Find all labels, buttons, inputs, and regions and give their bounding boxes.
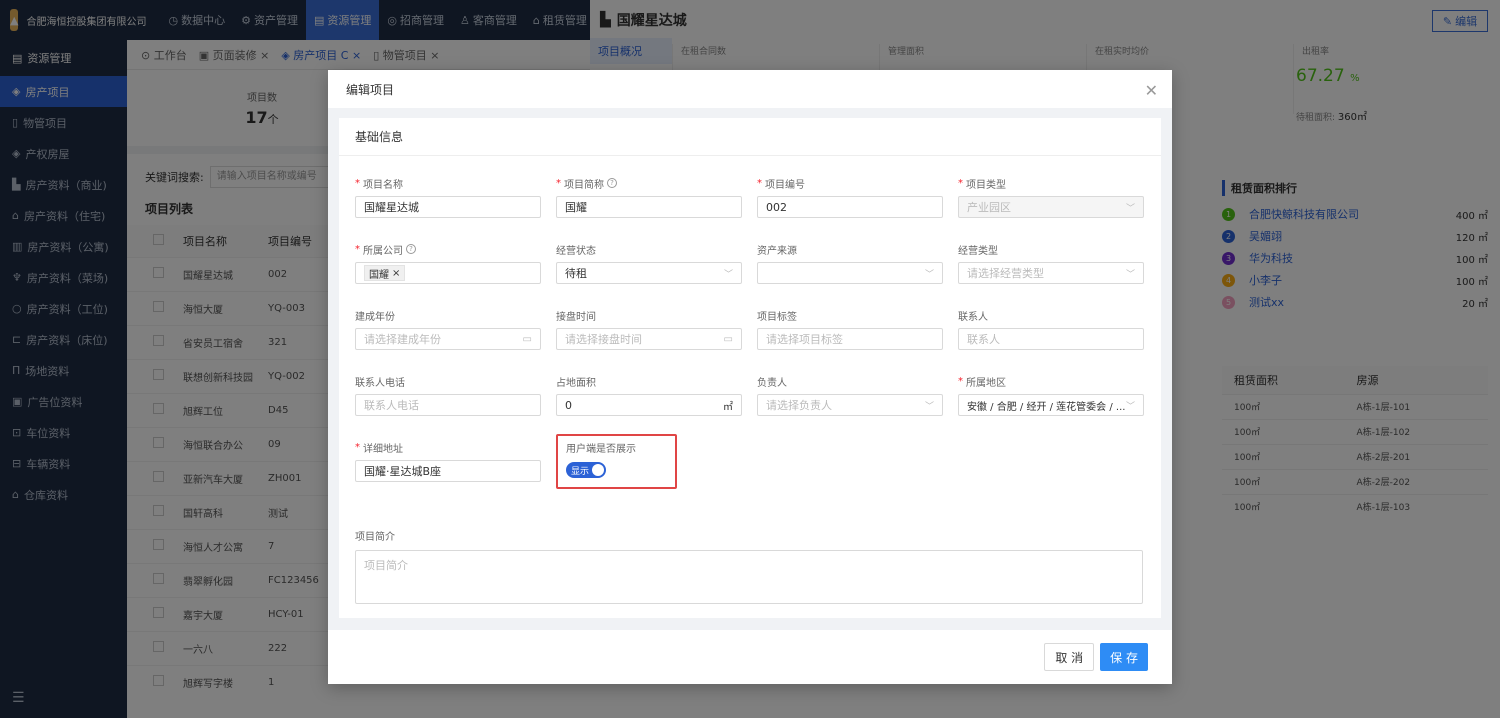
project-intro-textarea[interactable]: 项目简介 (355, 550, 1143, 604)
chevron-down-icon: ﹀ (924, 269, 934, 280)
chevron-down-icon: ﹀ (1125, 203, 1135, 214)
project-name-input[interactable]: 国耀星达城 (355, 196, 541, 218)
toggle-knob (592, 464, 604, 476)
company-select[interactable]: 国耀 × (355, 262, 541, 284)
field-takeover-time: 接盘时间 请选择接盘时间 ▭ (556, 308, 742, 350)
save-button[interactable]: 保 存 (1100, 643, 1148, 671)
dialog-title: 编辑项目 (346, 82, 395, 97)
land-area-input[interactable]: 0 ㎡ (556, 394, 742, 416)
help-icon[interactable]: ? (406, 244, 416, 254)
chevron-down-icon: ﹀ (924, 401, 934, 412)
field-contact-phone: 联系人电话 联系人电话 (355, 374, 541, 416)
section-title: 基础信息 (339, 118, 1161, 156)
show-on-client-toggle[interactable]: 显示 (566, 462, 606, 478)
takeover-time-picker[interactable]: 请选择接盘时间 ▭ (556, 328, 742, 350)
dialog-footer: 取 消 保 存 (328, 630, 1172, 684)
manager-select[interactable]: 请选择负责人 ﹀ (757, 394, 943, 416)
address-input[interactable]: 国耀·星达城B座 (355, 460, 541, 482)
project-code-input[interactable]: 002 (757, 196, 943, 218)
tag-close-icon[interactable]: × (392, 268, 400, 279)
field-operating-status: 经营状态 待租 ﹀ (556, 242, 742, 284)
field-asset-source: 资产来源 ﹀ (757, 242, 943, 284)
contact-input[interactable]: 联系人 (958, 328, 1144, 350)
field-business-type: 经营类型 请选择经营类型 ﹀ (958, 242, 1144, 284)
region-cascader[interactable]: 安徽 / 合肥 / 经开 / 莲花管委会 / ... ﹀ (958, 394, 1144, 416)
help-icon[interactable]: ? (607, 178, 617, 188)
project-type-select[interactable]: 产业园区 ﹀ (958, 196, 1144, 218)
chevron-down-icon: ﹀ (723, 269, 733, 280)
business-type-select[interactable]: 请选择经营类型 ﹀ (958, 262, 1144, 284)
field-contact: 联系人 联系人 (958, 308, 1144, 350)
area-unit: ㎡ (723, 401, 733, 413)
project-short-name-input[interactable]: 国耀 (556, 196, 742, 218)
build-year-picker[interactable]: 请选择建成年份 ▭ (355, 328, 541, 350)
field-project-intro: 项目简介 项目简介 (355, 528, 1143, 604)
edit-project-dialog: 编辑项目 ✕ 基础信息 * 项目名称 国耀星达城 * 项目简称? 国耀 * 项目编号 … (328, 70, 1172, 684)
field-address: * 详细地址 国耀·星达城B座 (355, 440, 541, 482)
field-land-area: 占地面积 0 ㎡ (556, 374, 742, 416)
project-tags-input[interactable]: 请选择项目标签 (757, 328, 943, 350)
cancel-button[interactable]: 取 消 (1044, 643, 1095, 671)
field-project-short-name: * 项目简称? 国耀 (556, 176, 742, 218)
basic-info-section: 基础信息 * 项目名称 国耀星达城 * 项目简称? 国耀 * 项目编号 002 * 项目… (339, 118, 1161, 618)
field-company: * 所属公司? 国耀 × (355, 242, 541, 284)
asset-source-select[interactable]: ﹀ (757, 262, 943, 284)
field-show-on-client: 用户端是否展示 显示 (566, 443, 636, 478)
operating-status-select[interactable]: 待租 ﹀ (556, 262, 742, 284)
chevron-down-icon: ﹀ (1125, 269, 1135, 280)
calendar-icon: ▭ (723, 333, 733, 345)
field-build-year: 建成年份 请选择建成年份 ▭ (355, 308, 541, 350)
dialog-body: 基础信息 * 项目名称 国耀星达城 * 项目简称? 国耀 * 项目编号 002 * 项目… (328, 108, 1172, 630)
contact-phone-input[interactable]: 联系人电话 (355, 394, 541, 416)
chevron-down-icon: ﹀ (1125, 401, 1135, 412)
field-project-type: * 项目类型 产业园区 ﹀ (958, 176, 1144, 218)
field-region: * 所属地区 安徽 / 合肥 / 经开 / 莲花管委会 / ... ﹀ (958, 374, 1144, 416)
field-project-name: * 项目名称 国耀星达城 (355, 176, 541, 218)
field-project-tags: 项目标签 请选择项目标签 (757, 308, 943, 350)
field-project-code: * 项目编号 002 (757, 176, 943, 218)
company-tag: 国耀 × (364, 265, 406, 281)
close-icon[interactable]: ✕ (1145, 81, 1158, 100)
field-manager: 负责人 请选择负责人 ﹀ (757, 374, 943, 416)
calendar-icon: ▭ (522, 333, 532, 345)
